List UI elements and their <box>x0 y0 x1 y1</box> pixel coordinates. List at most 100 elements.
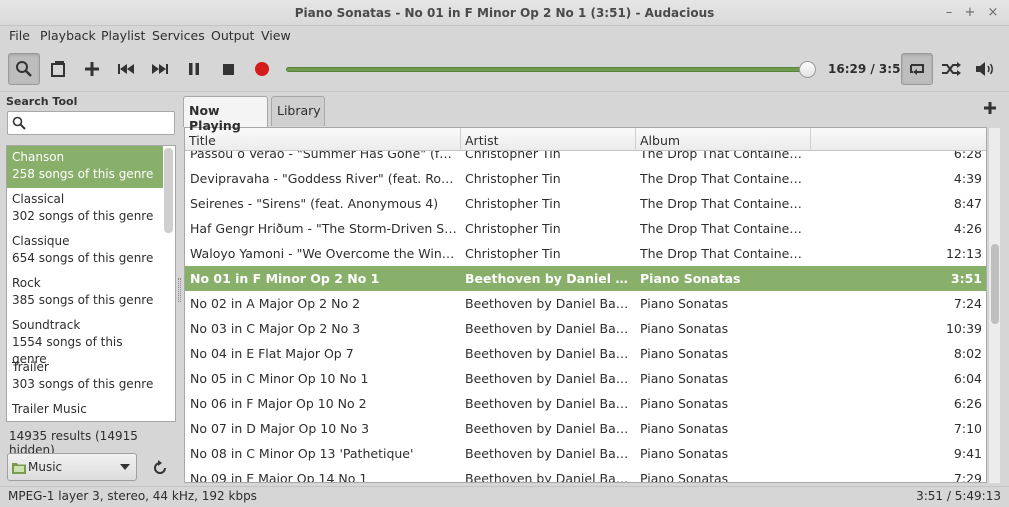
row-album: Piano Sonatas <box>640 396 729 411</box>
add-playlist-icon[interactable] <box>983 101 997 115</box>
open-files-icon <box>51 61 65 77</box>
menu-file[interactable]: File <box>9 28 30 43</box>
row-album: The Drop That Contained th... <box>640 246 808 261</box>
row-duration: 7:10 <box>953 421 982 436</box>
menu-output[interactable]: Output <box>211 28 254 43</box>
row-title: No 02 in A Major Op 2 No 2 <box>190 296 361 311</box>
repeat-icon <box>910 64 924 75</box>
list-item[interactable]: Trailer Music <box>7 398 163 421</box>
playlist-panel: Now Playing Library Title Artist Album P… <box>183 92 1009 486</box>
table-row[interactable]: No 08 in C Minor Op 13 'Pathetique' Beet… <box>185 441 986 466</box>
record-icon <box>255 62 269 76</box>
record-button[interactable] <box>246 53 278 85</box>
folder-icon <box>12 463 26 474</box>
genre-count: 258 songs of this genre <box>12 167 154 181</box>
genre-count: 303 songs of this genre <box>12 377 154 391</box>
playlist-scroll-thumb[interactable] <box>991 244 999 324</box>
tab-library[interactable]: Library <box>271 96 325 126</box>
shuffle-button[interactable] <box>935 53 967 85</box>
playlist-time: 3:51 / 5:49:13 <box>916 489 1001 503</box>
row-artist: Christopher Tin <box>465 151 561 161</box>
list-item[interactable]: Soundtrack 1554 songs of this genre <box>7 314 163 366</box>
row-title: No 03 in C Major Op 2 No 3 <box>190 321 361 336</box>
next-button[interactable] <box>144 53 176 85</box>
playlist-table[interactable]: Title Artist Album Passou o Verão - "Sum… <box>184 127 987 483</box>
menu-playback[interactable]: Playback <box>40 28 96 43</box>
column-album[interactable]: Album <box>636 128 811 151</box>
column-duration[interactable] <box>811 128 986 151</box>
genre-name: Trailer <box>12 360 49 374</box>
table-row[interactable]: No 07 in D Major Op 10 No 3 Beethoven by… <box>185 416 986 441</box>
volume-icon <box>976 62 993 76</box>
list-item[interactable]: Classical 302 songs of this genre <box>7 188 163 230</box>
row-album: Piano Sonatas <box>640 471 729 483</box>
list-item[interactable]: Chanson 258 songs of this genre <box>7 146 163 188</box>
table-row[interactable]: Seirenes - "Sirens" (feat. Anonymous 4) … <box>185 191 986 216</box>
row-duration: 3:51 <box>950 271 982 286</box>
row-artist: Beethoven by Daniel Baren... <box>465 296 633 311</box>
tab-now-playing[interactable]: Now Playing <box>183 96 268 133</box>
row-duration: 6:26 <box>953 396 982 411</box>
refresh-icon <box>154 460 166 474</box>
row-artist: Beethoven by Daniel Baren... <box>465 396 633 411</box>
pane-resize-handle[interactable] <box>178 278 181 302</box>
refresh-button[interactable] <box>148 456 172 480</box>
stop-button[interactable] <box>212 53 244 85</box>
volume-button[interactable] <box>969 53 1001 85</box>
genre-scrollbar[interactable] <box>164 148 173 233</box>
pause-button[interactable] <box>178 53 210 85</box>
shuffle-icon <box>942 62 961 76</box>
table-row[interactable]: Haf Gengr Hriðum - "The Storm-Driven Sea… <box>185 216 986 241</box>
seek-bar[interactable] <box>286 67 810 72</box>
row-title: No 06 in F Major Op 10 No 2 <box>190 396 367 411</box>
table-row[interactable]: No 04 in E Flat Major Op 7 Beethoven by … <box>185 341 986 366</box>
close-icon[interactable]: × <box>984 4 1002 22</box>
row-album: The Drop That Contained th... <box>640 151 808 161</box>
column-artist[interactable]: Artist <box>461 128 636 151</box>
table-row[interactable]: Waloyo Yamoni - "We Overcome the Wind" (… <box>185 241 986 266</box>
table-row[interactable]: Devipravaha - "Goddess River" (feat. Roo… <box>185 166 986 191</box>
minimize-icon[interactable]: – <box>940 4 958 22</box>
table-row[interactable]: Passou o Verão - "Summer Has Gone" (feat… <box>185 151 986 166</box>
row-title: Seirenes - "Sirens" (feat. Anonymous 4) <box>190 196 439 211</box>
window-title: Piano Sonatas - No 01 in F Minor Op 2 No… <box>294 6 715 20</box>
menu-view[interactable]: View <box>261 28 291 43</box>
next-icon <box>152 64 168 74</box>
genre-count: 385 songs of this genre <box>12 293 154 307</box>
list-item[interactable]: Trailer 303 songs of this genre <box>7 356 163 398</box>
repeat-button[interactable] <box>901 53 933 85</box>
list-item[interactable]: Classique 654 songs of this genre <box>7 230 163 272</box>
menu-services[interactable]: Services <box>152 28 205 43</box>
status-bar: MPEG-1 layer 3, stereo, 44 kHz, 192 kbps… <box>0 486 1009 507</box>
search-tool-button[interactable] <box>8 53 40 85</box>
genre-list[interactable]: Chanson 258 songs of this genre Classica… <box>6 145 176 422</box>
row-duration: 10:39 <box>945 321 982 336</box>
table-row[interactable]: No 09 in E Major Op 14 No 1 Beethoven by… <box>185 466 986 483</box>
seek-handle[interactable] <box>799 61 816 78</box>
source-select[interactable]: Music <box>7 453 137 481</box>
row-artist: Christopher Tin <box>465 221 561 236</box>
row-title: No 07 in D Major Op 10 No 3 <box>190 421 370 436</box>
menu-playlist[interactable]: Playlist <box>101 28 145 43</box>
row-title: Devipravaha - "Goddess River" (feat. Roo… <box>190 171 458 186</box>
table-row[interactable]: No 05 in C Minor Op 10 No 1 Beethoven by… <box>185 366 986 391</box>
table-row[interactable]: No 06 in F Major Op 10 No 2 Beethoven by… <box>185 391 986 416</box>
table-row-current[interactable]: No 01 in F Minor Op 2 No 1 Beethoven by … <box>185 266 986 291</box>
table-row[interactable]: No 02 in A Major Op 2 No 2 Beethoven by … <box>185 291 986 316</box>
add-files-button[interactable] <box>76 53 108 85</box>
pause-icon <box>189 63 199 75</box>
row-title: Waloyo Yamoni - "We Overcome the Wind" (… <box>190 246 458 261</box>
row-album: Piano Sonatas <box>640 371 729 386</box>
row-duration: 8:47 <box>953 196 982 211</box>
previous-button[interactable] <box>110 53 142 85</box>
list-item[interactable]: Rock 385 songs of this genre <box>7 272 163 314</box>
table-row[interactable]: No 03 in C Major Op 2 No 3 Beethoven by … <box>185 316 986 341</box>
search-input[interactable] <box>7 111 175 135</box>
row-title: No 09 in E Major Op 14 No 1 <box>190 471 368 483</box>
maximize-icon[interactable]: + <box>961 4 979 22</box>
row-duration: 6:04 <box>953 371 982 386</box>
stop-icon <box>222 63 234 75</box>
open-files-button[interactable] <box>42 53 74 85</box>
playlist-scrollbar[interactable] <box>988 128 1000 483</box>
row-title: No 04 in E Flat Major Op 7 <box>190 346 354 361</box>
